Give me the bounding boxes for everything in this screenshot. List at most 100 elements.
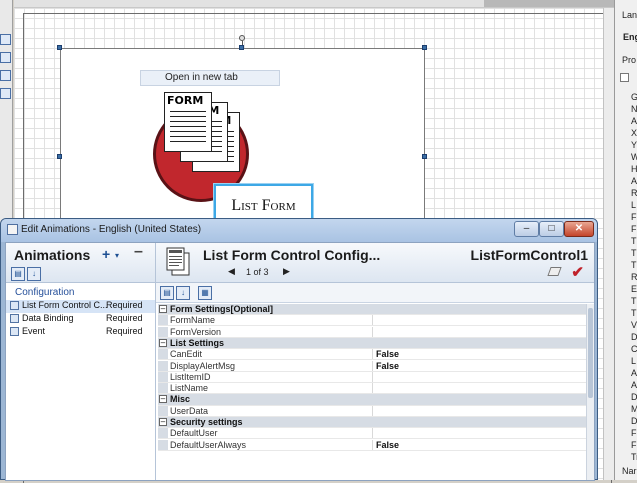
item-status: Required xyxy=(106,326,143,336)
property-name-fragment[interactable]: V xyxy=(631,320,637,330)
open-in-new-tab-tooltip[interactable]: Open in new tab xyxy=(140,70,280,86)
property-row[interactable]: ListItemID xyxy=(158,371,586,383)
resize-handle[interactable] xyxy=(422,45,427,50)
property-name-fragment[interactable]: A xyxy=(631,368,637,378)
property-name-fragment[interactable]: M xyxy=(631,404,637,414)
list-item-list-form-control[interactable]: List Form Control C... Required xyxy=(6,300,155,313)
property-value[interactable]: False xyxy=(372,439,586,450)
maximize-button[interactable]: □ xyxy=(539,221,564,237)
property-name-fragment[interactable]: H xyxy=(631,164,637,174)
property-value[interactable] xyxy=(372,383,586,394)
categorized-view-icon[interactable]: ▤ xyxy=(160,286,174,300)
property-row[interactable]: UserData xyxy=(158,405,586,417)
property-name-fragment[interactable]: R xyxy=(631,188,637,198)
collapse-toggle-icon[interactable]: – xyxy=(159,418,167,426)
toolbox-icon[interactable] xyxy=(0,52,11,63)
collapse-toggle-icon[interactable]: – xyxy=(159,338,167,347)
property-row[interactable]: FormVersion xyxy=(158,326,586,338)
collapse-toggle-icon[interactable]: – xyxy=(159,395,167,404)
property-grid: – Form Settings[Optional] FormName FormVers… xyxy=(158,304,586,480)
property-category[interactable]: – Security settings xyxy=(158,417,586,429)
list-item-event[interactable]: Event Required xyxy=(6,326,155,339)
property-name-fragment[interactable]: F xyxy=(631,440,637,450)
sort-alpha-icon[interactable]: ↓ xyxy=(27,267,41,281)
property-name-fragment[interactable]: D xyxy=(631,332,637,342)
property-name-fragment[interactable]: T xyxy=(631,260,637,270)
property-name-fragment[interactable]: T xyxy=(631,308,637,318)
property-name-fragment[interactable]: T xyxy=(631,296,637,306)
property-row[interactable]: FormName xyxy=(158,315,586,327)
property-name-fragment[interactable]: F xyxy=(631,428,637,438)
toolbox-icon[interactable] xyxy=(0,70,11,81)
property-value[interactable] xyxy=(372,315,586,326)
resize-handle[interactable] xyxy=(239,45,244,50)
property-row[interactable]: ListName xyxy=(158,383,586,395)
row-gutter xyxy=(158,315,168,326)
dialog-titlebar[interactable]: Edit Animations - English (United States… xyxy=(1,219,597,242)
row-gutter xyxy=(158,439,168,450)
property-name-fragment[interactable]: A xyxy=(631,116,637,126)
language-field[interactable]: Engl xyxy=(623,32,637,42)
property-name-fragment[interactable]: D xyxy=(631,416,637,426)
property-value[interactable] xyxy=(372,428,586,439)
resize-handle[interactable] xyxy=(57,154,62,159)
property-name-fragment[interactable]: A xyxy=(631,176,637,186)
sort-alpha-icon[interactable]: ↓ xyxy=(176,286,190,300)
data-binding-icon xyxy=(10,314,19,323)
property-name-fragment[interactable]: G xyxy=(631,92,637,102)
property-value[interactable]: False xyxy=(372,349,586,360)
property-name-fragment[interactable]: E xyxy=(631,284,637,294)
close-button[interactable]: ✕ xyxy=(564,221,594,237)
scroll-thumb[interactable] xyxy=(588,308,593,398)
categorized-icon[interactable] xyxy=(620,73,629,82)
property-name: Security settings xyxy=(170,417,243,427)
item-name: List Form Control C... xyxy=(22,300,108,310)
property-category[interactable]: – List Settings xyxy=(158,337,586,350)
property-value[interactable]: False xyxy=(372,360,586,371)
minimize-button[interactable]: – xyxy=(514,221,539,237)
eraser-icon[interactable] xyxy=(547,267,562,276)
property-name-fragment[interactable]: Y xyxy=(631,140,637,150)
property-name-fragment[interactable]: D xyxy=(631,392,637,402)
property-name-fragment[interactable]: X xyxy=(631,128,637,138)
property-row[interactable]: DisplayAlertMsg False xyxy=(158,360,586,372)
property-name-fragment[interactable]: L xyxy=(631,200,636,210)
property-name-fragment[interactable]: C xyxy=(631,344,637,354)
property-value[interactable] xyxy=(372,371,586,382)
config-header: List Form Control Config... ListFormCont… xyxy=(156,243,594,283)
property-name-fragment[interactable]: F xyxy=(631,224,637,234)
property-pages-icon[interactable]: ▦ xyxy=(198,286,212,300)
add-animation-button[interactable]: + xyxy=(102,246,110,262)
toolbox-icon[interactable] xyxy=(0,34,11,45)
property-row[interactable]: DefaultUser xyxy=(158,428,586,440)
property-row[interactable]: DefaultUserAlways False xyxy=(158,439,586,451)
property-name-fragment[interactable]: T xyxy=(631,248,637,258)
previous-page-button[interactable]: ◀ xyxy=(228,266,235,277)
property-name-fragment[interactable]: R xyxy=(631,272,637,282)
property-category[interactable]: – Form Settings[Optional] xyxy=(158,304,586,316)
property-name-fragment[interactable]: A xyxy=(631,380,637,390)
property-value[interactable] xyxy=(372,326,586,337)
next-page-button[interactable]: ▶ xyxy=(283,266,290,277)
categorized-view-icon[interactable]: ▤ xyxy=(11,267,25,281)
property-name-fragment[interactable]: N xyxy=(631,104,637,114)
property-category[interactable]: – Misc xyxy=(158,394,586,406)
property-name-fragment[interactable]: T xyxy=(631,236,637,246)
resize-handle[interactable] xyxy=(422,154,427,159)
grid-scrollbar[interactable] xyxy=(586,304,594,480)
property-row[interactable]: CanEdit False xyxy=(158,349,586,361)
property-name-fragment[interactable]: L xyxy=(631,356,636,366)
property-name-fragment[interactable]: W xyxy=(631,152,637,162)
resize-handle[interactable] xyxy=(57,45,62,50)
property-name-fragment[interactable]: F xyxy=(631,212,637,222)
check-icon[interactable]: ✔ xyxy=(571,263,584,281)
toolbox-icon[interactable] xyxy=(0,88,11,99)
remove-animation-button[interactable]: – xyxy=(134,243,143,261)
collapse-toggle-icon[interactable]: – xyxy=(159,305,167,313)
list-item-data-binding[interactable]: Data Binding Required xyxy=(6,313,155,326)
property-name-fragment[interactable]: Tr xyxy=(631,452,637,462)
property-value[interactable] xyxy=(372,405,586,416)
add-dropdown-icon[interactable]: ▾ xyxy=(115,251,119,260)
rotate-handle[interactable] xyxy=(239,35,245,41)
canvas-scrollbar[interactable] xyxy=(603,8,614,480)
